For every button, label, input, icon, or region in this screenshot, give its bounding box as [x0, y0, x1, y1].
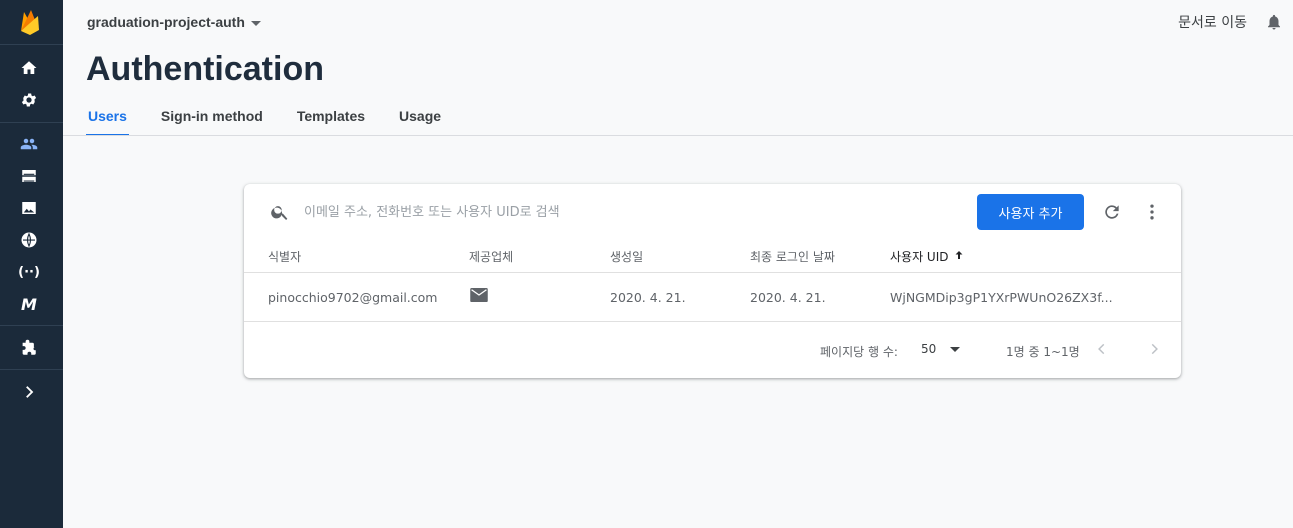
more-vert-icon[interactable] — [1142, 202, 1162, 222]
home-icon[interactable] — [19, 58, 39, 78]
storage-icon[interactable] — [19, 198, 39, 218]
sort-arrow-up-icon — [953, 249, 965, 264]
settings-icon[interactable] — [19, 90, 39, 110]
chevron-right-icon[interactable] — [1147, 342, 1161, 356]
cell-last-sign-in: 2020. 4. 21. — [750, 290, 826, 305]
search-input[interactable] — [304, 200, 904, 224]
add-user-button[interactable]: 사용자 추가 — [977, 194, 1084, 230]
project-name: graduation-project-auth — [87, 14, 245, 30]
cell-created: 2020. 4. 21. — [610, 290, 686, 305]
search-icon — [270, 202, 290, 222]
chevron-left-icon[interactable] — [1095, 342, 1109, 356]
page-title: Authentication — [86, 50, 324, 88]
users-card: 사용자 추가 식별자 제공업체 생성일 최종 로그인 날짜 사용자 UID pi… — [244, 184, 1181, 378]
ml-icon[interactable]: M — [19, 294, 39, 314]
row-divider — [244, 321, 1181, 322]
expand-icon[interactable] — [19, 382, 39, 402]
column-header-uid-label: 사용자 UID — [890, 250, 949, 264]
pagination-range: 1명 중 1~1명 — [1006, 345, 1080, 359]
rows-per-page-label: 페이지당 행 수: — [820, 345, 898, 359]
docs-link[interactable]: 문서로 이동 — [1178, 12, 1247, 32]
tab-usage[interactable]: Usage — [397, 100, 443, 136]
mail-icon — [470, 288, 488, 302]
header-divider — [244, 272, 1181, 273]
database-icon[interactable] — [19, 166, 39, 186]
dropdown-arrow-icon — [950, 346, 961, 352]
tab-users[interactable]: Users — [86, 100, 129, 136]
cell-identifier: pinocchio9702@gmail.com — [268, 290, 438, 305]
column-header-provider[interactable]: 제공업체 — [469, 248, 513, 265]
firebase-logo[interactable] — [18, 8, 42, 36]
bell-icon[interactable] — [1265, 12, 1283, 32]
project-selector[interactable]: graduation-project-auth — [87, 14, 261, 30]
column-header-created[interactable]: 생성일 — [610, 248, 643, 265]
chevron-down-icon — [250, 20, 261, 26]
rows-per-page-select[interactable]: 50 — [921, 342, 961, 356]
cell-uid: WjNGMDip3gP1YXrPWUnO26ZX3f... — [890, 290, 1113, 305]
tab-bar: Users Sign-in method Templates Usage — [86, 100, 473, 136]
users-icon[interactable] — [19, 134, 39, 154]
tab-sign-in-method[interactable]: Sign-in method — [159, 100, 265, 136]
refresh-icon[interactable] — [1102, 202, 1122, 222]
tabs-divider — [63, 135, 1293, 136]
column-header-identifier[interactable]: 식별자 — [268, 248, 301, 265]
column-header-uid[interactable]: 사용자 UID — [890, 248, 965, 265]
functions-icon[interactable]: (··) — [18, 262, 40, 282]
sidebar: (··) M — [0, 0, 63, 528]
extensions-icon[interactable] — [19, 338, 39, 358]
hosting-icon[interactable] — [19, 230, 39, 250]
rows-per-page-value: 50 — [921, 342, 937, 356]
tab-templates[interactable]: Templates — [295, 100, 367, 136]
column-header-last-sign-in[interactable]: 최종 로그인 날짜 — [750, 248, 835, 265]
